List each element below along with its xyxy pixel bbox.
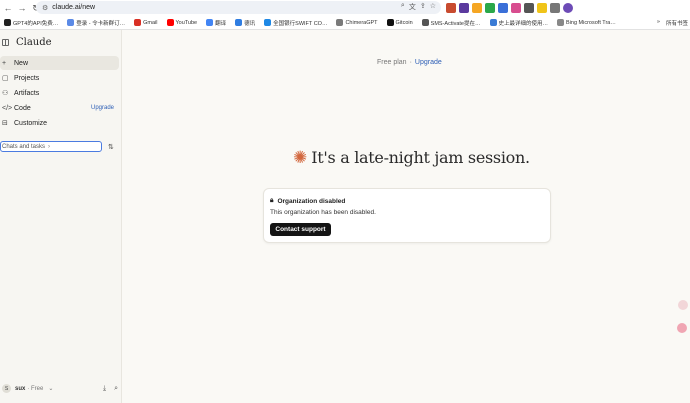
bookmark[interactable]: SMS-Activate提在… (421, 19, 481, 27)
card-title: 🔒︎ Organization disabled (270, 197, 346, 205)
main-content: Free plan · Upgrade ✺ It's a late-night … (122, 30, 690, 403)
browser-toolbar: ← → ↻ ⚙ claude.ai/new ⌕ 文 ⇪ ☆ (0, 0, 690, 16)
favicon-icon (264, 19, 272, 26)
user-menu[interactable]: S sux · Free ⌄ ⤓ ⌕ (2, 384, 120, 393)
greeting: ✺ It's a late-night jam session. (293, 148, 530, 167)
sidebar-toggle-icon[interactable] (2, 39, 9, 46)
favicon-icon (235, 19, 243, 26)
extension-icon[interactable] (472, 3, 482, 13)
search-icon[interactable]: ⌕ (114, 385, 118, 393)
extension-icon[interactable] (446, 3, 456, 13)
extension-icon[interactable] (537, 3, 547, 13)
extensions-bar (446, 3, 573, 13)
extension-icon[interactable] (511, 3, 521, 13)
plus-icon: + (2, 59, 7, 67)
search-icon[interactable]: ⌕ (401, 2, 405, 12)
sidebar-item-artifacts[interactable]: ⚇ Artifacts (0, 86, 119, 100)
code-icon: </> (2, 104, 13, 112)
code-upgrade-badge[interactable]: Upgrade (91, 105, 114, 111)
chats-search-input[interactable]: Chats and tasks › (0, 141, 102, 152)
bookmark[interactable]: 翻译 (206, 19, 226, 27)
card-message: This organization has been disabled. (270, 209, 376, 216)
sidebar-item-customize[interactable]: ⊟ Customize (0, 116, 119, 130)
contact-support-button[interactable]: Contact support (270, 223, 331, 236)
favicon-icon (386, 19, 394, 26)
claude-app: Claude + New ▢ Projects ⚇ Artifacts </> … (0, 30, 690, 403)
url-text: claude.ai/new (52, 4, 96, 11)
floating-widget-icon[interactable] (677, 323, 687, 333)
extension-icon[interactable] (524, 3, 534, 13)
chevron-down-icon: ⌄ (48, 386, 54, 392)
artifacts-icon: ⚇ (2, 90, 9, 97)
greeting-text: It's a late-night jam session. (311, 148, 530, 167)
bookmark[interactable]: YouTube (166, 19, 197, 26)
user-name: sux (15, 385, 26, 392)
extension-icon[interactable] (485, 3, 495, 13)
sidebar-nav: + New ▢ Projects ⚇ Artifacts </> Code Up… (0, 56, 122, 131)
plan-separator: · (409, 59, 412, 66)
bookmarks-bar: GPT4的API免费… 登录 - 令卡新群订… Gmail YouTube 翻译… (0, 16, 690, 30)
bookmark[interactable]: Bing Microsoft Tra… (557, 19, 616, 26)
filter-icon[interactable]: ⇅ (108, 143, 114, 151)
sidebar-item-code[interactable]: </> Code Upgrade (0, 101, 119, 115)
bookmark[interactable]: 登录 - 令卡新群订… (67, 19, 125, 27)
avatar: S (2, 384, 11, 393)
star-icon[interactable]: ☆ (430, 2, 436, 12)
customize-icon: ⊟ (2, 120, 8, 127)
translate-icon[interactable]: 文 (409, 2, 416, 12)
favicon-icon (557, 19, 565, 26)
favicon-icon (206, 19, 214, 26)
all-bookmarks-button[interactable]: 所有书签 (666, 19, 688, 27)
bookmark[interactable]: 全国银行SWIFT CO… (264, 19, 327, 27)
profile-icon[interactable] (563, 3, 573, 13)
extension-icon[interactable] (498, 3, 508, 13)
sidebar-item-new[interactable]: + New (0, 56, 119, 70)
share-icon[interactable]: ⇪ (420, 2, 426, 12)
chevron-right-icon: › (48, 143, 51, 150)
bookmarks-more-button[interactable]: » (657, 19, 660, 27)
bookmark[interactable]: Gitcoin (386, 19, 413, 26)
address-bar[interactable]: ⚙ claude.ai/new ⌕ 文 ⇪ ☆ (36, 1, 441, 14)
favicon-icon (166, 19, 174, 26)
plan-label: Free plan (377, 59, 407, 66)
user-plan: · Free (27, 385, 44, 392)
favicon-icon (67, 19, 75, 26)
back-icon[interactable]: ← (2, 3, 14, 13)
extension-icon[interactable] (550, 3, 560, 13)
extension-icon[interactable] (459, 3, 469, 13)
claude-spark-icon: ✺ (293, 148, 308, 167)
projects-icon: ▢ (2, 75, 9, 82)
org-disabled-card: 🔒︎ Organization disabled This organizati… (263, 188, 551, 243)
bookmark[interactable]: Gmail (134, 19, 158, 26)
plan-bar: Free plan · Upgrade (377, 59, 442, 66)
forward-icon[interactable]: → (16, 3, 28, 13)
bookmark[interactable]: 史上最详细的使用… (489, 19, 548, 27)
bookmark[interactable]: ChimeraGPT (336, 19, 378, 26)
lock-icon: 🔒︎ (270, 197, 274, 204)
favicon-icon (4, 19, 11, 26)
download-icon[interactable]: ⤓ (103, 385, 106, 393)
floating-widget-icon[interactable] (678, 300, 688, 310)
bookmark[interactable]: GPT4的API免费… (4, 19, 58, 27)
upgrade-link[interactable]: Upgrade (415, 59, 442, 66)
bookmark[interactable]: 德讯 (235, 19, 255, 27)
favicon-icon (134, 19, 142, 26)
favicon-icon (489, 19, 497, 26)
favicon-icon (336, 19, 344, 26)
favicon-icon (421, 19, 429, 26)
claude-logo[interactable]: Claude (16, 37, 52, 48)
sidebar-item-projects[interactable]: ▢ Projects (0, 71, 119, 85)
sidebar: Claude + New ▢ Projects ⚇ Artifacts </> … (0, 30, 122, 403)
site-info-icon[interactable]: ⚙ (42, 4, 48, 12)
